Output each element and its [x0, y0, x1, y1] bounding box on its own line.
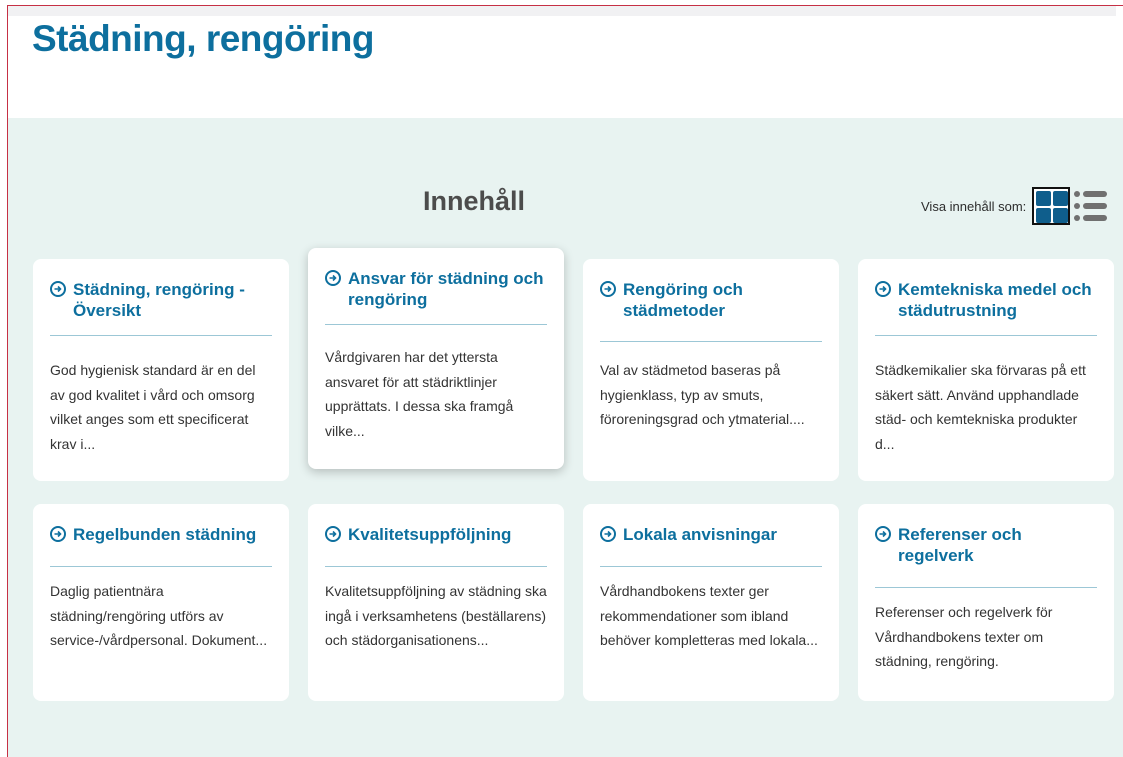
card-title-text: Rengöring och städmetoder: [623, 280, 743, 320]
card-title-link[interactable]: Regelbunden städning: [50, 524, 272, 545]
card-divider: [875, 335, 1097, 336]
arrow-right-circle-icon: [325, 270, 341, 286]
card-title-link[interactable]: Referenser och regelverk: [875, 524, 1097, 566]
page-title: Städning, rengöring: [32, 18, 374, 59]
card-title-text: Referenser och regelverk: [898, 525, 1022, 565]
content-card[interactable]: Ansvar för städning och rengöring Vårdgi…: [308, 248, 564, 469]
view-toggle-label: Visa innehåll som:: [921, 198, 1027, 214]
card-title-link[interactable]: Rengöring och städmetoder: [600, 279, 822, 321]
arrow-right-circle-icon: [875, 526, 891, 542]
arrow-right-circle-icon: [325, 526, 341, 542]
arrow-right-circle-icon: [50, 526, 66, 542]
card-title-text: Städning, rengöring - Översikt: [73, 280, 245, 320]
content-card[interactable]: Kemtekniska medel och städutrustning Stä…: [858, 259, 1114, 481]
card-divider: [325, 324, 547, 325]
arrow-right-circle-icon: [600, 526, 616, 542]
grid-view-icon[interactable]: [1032, 187, 1071, 225]
top-strip: [8, 6, 1116, 16]
arrow-right-circle-icon: [600, 281, 616, 297]
card-title-text: Lokala anvisningar: [623, 525, 777, 544]
card-title-text: Kemtekniska medel och städutrustning: [898, 280, 1092, 320]
card-summary: Referenser och regelverk för Vårdhandbok…: [875, 604, 1053, 669]
card-title-link[interactable]: Kemtekniska medel och städutrustning: [875, 279, 1097, 323]
view-toggle: Visa innehåll som:: [921, 180, 1110, 232]
content-card[interactable]: Referenser och regelverk Referenser och …: [858, 504, 1114, 701]
card-title-link[interactable]: Städning, rengöring - Översikt: [50, 279, 272, 323]
card-title-link[interactable]: Kvalitetsuppföljning: [325, 524, 547, 545]
list-view-icon[interactable]: [1074, 188, 1110, 224]
card-divider: [50, 566, 272, 567]
arrow-right-circle-icon: [875, 281, 891, 297]
card-summary: Vårdgivaren har det yttersta ansvaret fö…: [325, 349, 514, 439]
card-title-link[interactable]: Ansvar för städning och rengöring: [325, 268, 547, 312]
card-divider: [600, 566, 822, 567]
section-heading: Innehåll: [422, 186, 525, 216]
arrow-right-circle-icon: [50, 281, 66, 297]
card-divider: [875, 587, 1097, 588]
card-divider: [50, 335, 272, 336]
card-summary: Daglig patientnära städning/rengöring ut…: [50, 583, 268, 648]
card-title-text: Regelbunden städning: [73, 525, 257, 544]
content-card[interactable]: Städning, rengöring - Översikt God hygie…: [33, 259, 289, 481]
card-summary: God hygienisk standard är en del av god …: [50, 362, 256, 452]
card-title-text: Ansvar för städning och rengöring: [348, 269, 544, 309]
card-summary: Val av städmetod baseras på hygienklass,…: [600, 362, 805, 427]
card-summary: Vårdhandbokens texter ger rekommendation…: [600, 583, 818, 648]
card-title-text: Kvalitetsuppföljning: [348, 525, 512, 544]
content-card[interactable]: Regelbunden städning Daglig patientnära …: [33, 504, 289, 701]
card-summary: Kvalitetsuppföljning av städning ska ing…: [325, 583, 547, 648]
content-card[interactable]: Rengöring och städmetoder Val av städmet…: [583, 259, 839, 481]
content-card[interactable]: Kvalitetsuppföljning Kvalitetsuppföljnin…: [308, 504, 564, 701]
card-title-link[interactable]: Lokala anvisningar: [600, 524, 822, 545]
card-divider: [325, 566, 547, 567]
card-divider: [600, 341, 822, 342]
card-summary: Städkemikalier ska förvaras på ett säker…: [875, 362, 1086, 452]
content-card[interactable]: Lokala anvisningar Vårdhandbokens texter…: [583, 504, 839, 701]
